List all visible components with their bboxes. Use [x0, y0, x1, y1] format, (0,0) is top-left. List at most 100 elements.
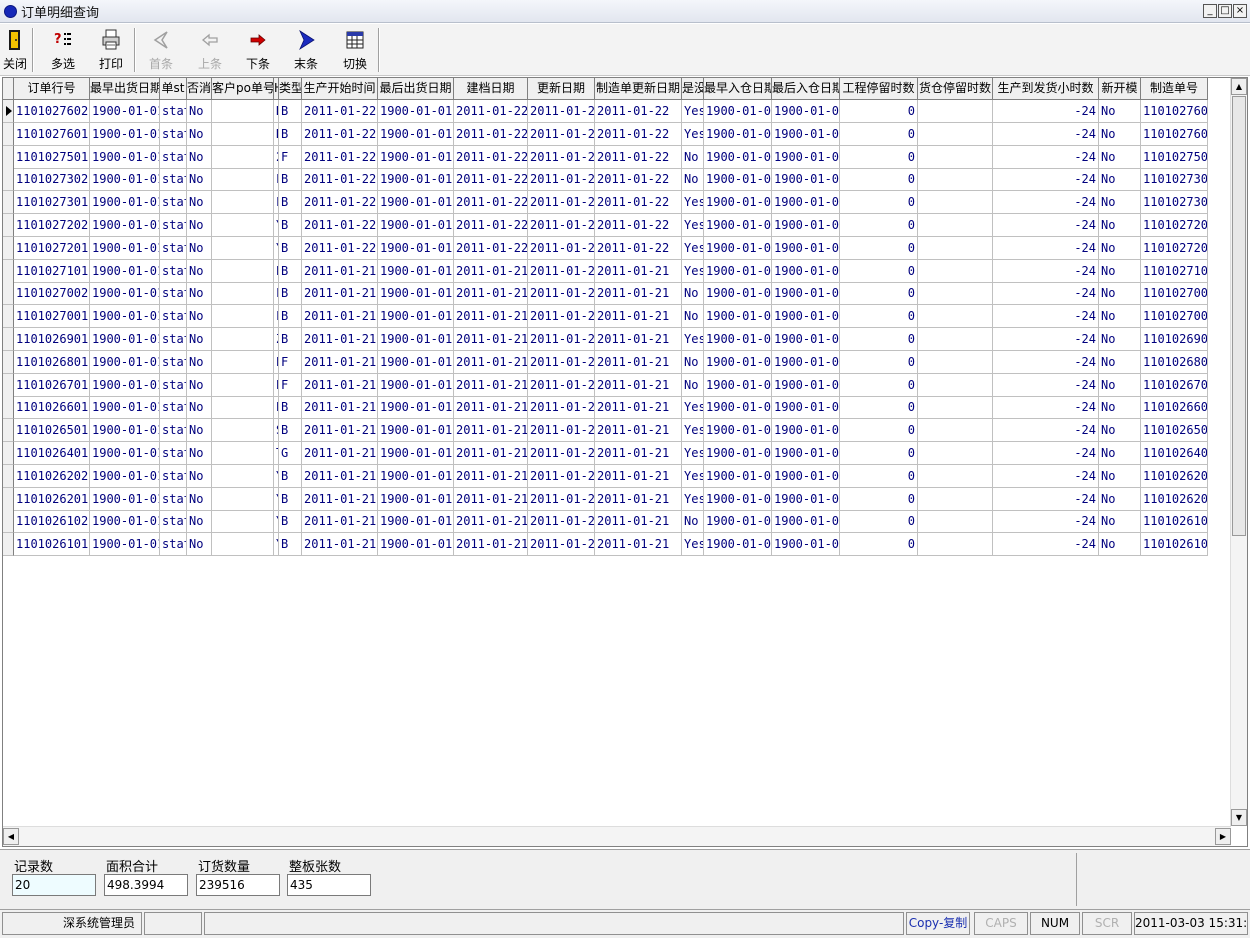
scroll-up-arrow[interactable]: ▲	[1231, 78, 1247, 95]
table-cell[interactable]: -24	[993, 328, 1099, 351]
table-cell[interactable]: 1900-01-01	[378, 259, 454, 283]
table-cell[interactable]: 1101027602	[14, 100, 90, 123]
table-cell[interactable]: 2011-01-21	[302, 464, 378, 488]
table-cell[interactable]: 2011-01-21	[528, 510, 595, 534]
table-cell[interactable]: 2011-01-22	[302, 168, 378, 192]
table-cell[interactable]: 2011-01-21	[302, 328, 378, 351]
row-indicator[interactable]	[3, 328, 14, 351]
table-cell[interactable]: No	[187, 236, 212, 260]
column-header[interactable]: 更新日期	[528, 78, 595, 100]
table-cell[interactable]: No	[187, 145, 212, 169]
table-cell[interactable]	[918, 214, 993, 237]
table-cell[interactable]: 2011-01-21	[302, 350, 378, 374]
table-cell[interactable]: 2011-01-22	[528, 122, 595, 146]
table-cell[interactable]: stat	[160, 282, 187, 306]
table-cell[interactable]	[918, 259, 993, 283]
table-cell[interactable]: Yes	[682, 122, 704, 146]
table-cell[interactable]: Yes	[682, 396, 704, 420]
table-cell[interactable]: 1101027501	[14, 145, 90, 169]
scroll-down-arrow[interactable]: ▼	[1231, 809, 1247, 826]
table-cell[interactable]: -24	[993, 533, 1099, 557]
table-cell[interactable]: 2011-01-21	[302, 396, 378, 420]
table-cell[interactable]: 2011-01-21	[528, 419, 595, 443]
table-cell[interactable]: 2011-01-21	[454, 419, 528, 443]
minimize-button[interactable]: _	[1203, 4, 1217, 18]
table-cell[interactable]: 2011-01-21	[454, 305, 528, 329]
table-cell[interactable]: 1101027601	[1141, 122, 1208, 146]
table-cell[interactable]	[212, 487, 274, 511]
table-cell[interactable]	[918, 305, 993, 329]
table-cell[interactable]: 1101026201	[14, 487, 90, 511]
table-cell[interactable]: 1900-01-01	[90, 328, 160, 351]
table-cell[interactable]: 2011-01-21	[595, 305, 682, 329]
table-cell[interactable]: 1101026601	[14, 396, 90, 420]
table-cell[interactable]: 0	[840, 259, 918, 283]
horizontal-scrollbar[interactable]: ◀ ▶	[3, 826, 1231, 846]
table-cell[interactable]: -24	[993, 236, 1099, 260]
table-cell[interactable]: No	[187, 282, 212, 306]
table-cell[interactable]: Yes	[682, 487, 704, 511]
table-cell[interactable]: F	[279, 350, 302, 374]
table-cell[interactable]: 1900-01-01	[772, 122, 840, 146]
area-total-field[interactable]: 498.3994	[104, 874, 188, 896]
table-row[interactable]: 11010270021900-01-01statNoFDC201101B2011…	[3, 282, 1208, 306]
column-header[interactable]: 单st	[160, 78, 187, 100]
table-cell[interactable]: 1900-01-01	[704, 510, 772, 534]
table-cell[interactable]: B	[279, 396, 302, 420]
column-header[interactable]: 是没	[682, 78, 704, 100]
table-cell[interactable]: 2011-01-21	[528, 442, 595, 465]
table-cell[interactable]: No	[187, 464, 212, 488]
table-cell[interactable]: 0	[840, 236, 918, 260]
table-cell[interactable]: 1101026901	[1141, 328, 1208, 351]
table-cell[interactable]	[212, 419, 274, 443]
row-indicator[interactable]	[3, 100, 14, 123]
table-cell[interactable]	[918, 510, 993, 534]
table-cell[interactable]: 2011-01-22	[528, 236, 595, 260]
table-cell[interactable]: stat	[160, 259, 187, 283]
table-cell[interactable]: 1900-01-01	[772, 350, 840, 374]
table-cell[interactable]: 2011-01-22	[302, 191, 378, 215]
table-cell[interactable]: 2011-01-21	[595, 464, 682, 488]
table-cell[interactable]: 1900-01-01	[90, 145, 160, 169]
row-indicator[interactable]	[3, 464, 14, 488]
table-cell[interactable]: B	[279, 305, 302, 329]
table-cell[interactable]: 2011-01-21	[528, 464, 595, 488]
table-cell[interactable]: B	[279, 100, 302, 123]
table-cell[interactable]: 1900-01-01	[772, 236, 840, 260]
column-header[interactable]: 制造单更新日期	[595, 78, 682, 100]
table-cell[interactable]: 1101026102	[1141, 510, 1208, 534]
table-cell[interactable]: stat	[160, 145, 187, 169]
table-cell[interactable]: 1900-01-01	[90, 533, 160, 557]
table-cell[interactable]: B	[279, 122, 302, 146]
table-cell[interactable]: 1101027101	[1141, 259, 1208, 283]
table-cell[interactable]: 2011-01-21	[595, 282, 682, 306]
row-indicator[interactable]	[3, 419, 14, 443]
table-cell[interactable]: -24	[993, 487, 1099, 511]
table-cell[interactable]: No	[682, 373, 704, 397]
column-header[interactable]: 制造单号	[1141, 78, 1208, 100]
table-row[interactable]: 11010271011900-01-01statNoPM137-11OB2011…	[3, 259, 1208, 283]
table-cell[interactable]: 0	[840, 533, 918, 557]
table-cell[interactable]: stat	[160, 100, 187, 123]
table-cell[interactable]: 0	[840, 168, 918, 192]
table-cell[interactable]: 1900-01-01	[704, 236, 772, 260]
table-cell[interactable]: No	[187, 419, 212, 443]
table-cell[interactable]: 1900-01-01	[90, 122, 160, 146]
row-indicator[interactable]	[3, 122, 14, 146]
table-cell[interactable]	[918, 122, 993, 146]
table-cell[interactable]	[212, 533, 274, 557]
table-cell[interactable]: 1900-01-01	[378, 350, 454, 374]
row-indicator[interactable]	[3, 236, 14, 260]
table-cell[interactable]: 1900-01-01	[378, 168, 454, 192]
table-cell[interactable]: 1101026101	[14, 533, 90, 557]
table-cell[interactable]: 2011-01-22	[302, 236, 378, 260]
table-row[interactable]: 11010269011900-01-01statNoZ11012117B2011…	[3, 328, 1208, 351]
table-cell[interactable]: 1900-01-01	[704, 282, 772, 306]
row-indicator[interactable]	[3, 442, 14, 465]
table-cell[interactable]: 2011-01-22	[528, 100, 595, 123]
table-cell[interactable]: 1900-01-01	[772, 282, 840, 306]
table-cell[interactable]: 1101026201	[1141, 487, 1208, 511]
table-cell[interactable]: 1900-01-01	[772, 328, 840, 351]
table-cell[interactable]: F	[279, 145, 302, 169]
table-cell[interactable]: 1900-01-01	[704, 191, 772, 215]
